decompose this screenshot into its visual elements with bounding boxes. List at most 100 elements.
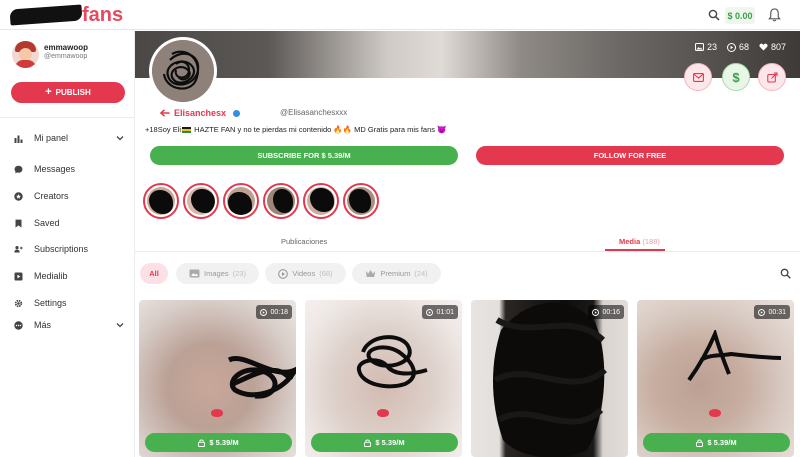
image-icon (694, 43, 704, 51)
story-item[interactable] (223, 183, 259, 219)
chevron-down-icon[interactable] (116, 321, 124, 329)
story-item[interactable] (343, 183, 379, 219)
user-handle: @emmawoop (44, 53, 88, 60)
bar-chart-icon (14, 135, 23, 143)
bookmark-icon (15, 219, 22, 228)
story-item[interactable] (263, 183, 299, 219)
story-item[interactable] (143, 183, 179, 219)
profile-name: Elisanchesx (160, 108, 241, 118)
dollar-icon: $ (732, 69, 740, 85)
profile-avatar[interactable] (149, 37, 217, 105)
media-card[interactable]: 01:01 $ 5.39/M (305, 300, 462, 457)
sidebar-item-label: Subscriptions (34, 244, 89, 254)
media-card[interactable]: 00:18 $ 5.39/M (139, 300, 296, 457)
play-circle-icon (426, 308, 434, 316)
avatar[interactable] (12, 41, 39, 68)
story-item[interactable] (303, 183, 339, 219)
profile-bio: +18Soy Eli HAZTE FAN y no te pierdas mi … (145, 125, 447, 134)
play-square-icon (14, 272, 23, 280)
media-card[interactable]: 00:31 $ 5.39/M (637, 300, 794, 457)
redaction-scribble (227, 356, 296, 399)
devil-icon: 😈 (437, 125, 447, 134)
heart-icon (759, 43, 768, 51)
avatar-redaction (152, 40, 214, 102)
bell-icon[interactable] (767, 7, 782, 23)
sidebar-item-creators[interactable]: Creators (14, 189, 69, 203)
duration-badge: 00:18 (256, 305, 292, 319)
users-icon (14, 245, 23, 252)
play-circle-icon (726, 42, 736, 52)
subscribe-button[interactable]: SUBSCRIBE FOR $ 5.39/M (150, 146, 458, 165)
lock-icon (696, 439, 704, 447)
display-name-text: Elisanchesx (174, 108, 227, 118)
tip-button[interactable]: $ (722, 63, 750, 91)
star-icon (14, 191, 23, 201)
story-item[interactable] (183, 183, 219, 219)
sidebar-item-subscriptions[interactable]: Subscriptions (14, 242, 88, 256)
divider (135, 251, 800, 252)
unlock-price-button[interactable]: $ 5.39/M (311, 433, 458, 452)
duration-badge: 00:31 (754, 305, 790, 319)
chevron-down-icon[interactable] (116, 134, 124, 142)
more-dots-icon (14, 320, 23, 330)
filter-videos[interactable]: Videos (68) (265, 263, 346, 284)
share-icon (766, 71, 778, 83)
filter-images[interactable]: Images (23) (176, 263, 259, 284)
sidebar-item-label: Creators (34, 191, 69, 201)
image-icon (189, 269, 200, 278)
wallet-balance[interactable]: $ 0.00 (725, 7, 755, 24)
play-circle-icon (758, 308, 766, 316)
filter-all[interactable]: All (140, 263, 168, 284)
tab-publicaciones[interactable]: Publicaciones (281, 237, 327, 246)
filter-premium[interactable]: Premium (24) (352, 263, 441, 284)
lips-icon (709, 409, 721, 417)
follow-button[interactable]: FOLLOW FOR FREE (476, 146, 784, 165)
profile-stats: 23 68 807 (694, 42, 786, 52)
sidebar-item-mas[interactable]: Más (14, 318, 51, 332)
logo-redaction (9, 4, 83, 26)
mail-icon (692, 72, 704, 82)
sidebar-item-label: Medialib (34, 271, 68, 281)
profile-main: 23 68 807 $ Elisanchesx @Elisasanchesxxx… (135, 31, 800, 457)
redaction-scribble (493, 302, 607, 457)
lips-icon (211, 409, 223, 417)
plus-icon: + (45, 86, 52, 98)
play-circle-icon (592, 308, 600, 316)
unlock-price-button[interactable]: $ 5.39/M (643, 433, 790, 452)
chat-icon (14, 165, 23, 173)
profile-handle: @Elisasanchesxxx (280, 108, 348, 117)
sidebar-item-saved[interactable]: Saved (14, 216, 60, 230)
duration-badge: 01:01 (422, 305, 458, 319)
sidebar-item-label: Más (34, 320, 52, 330)
sidebar-item-mi-panel[interactable]: Mi panel (14, 131, 68, 145)
sidebar-item-label: Mi panel (34, 133, 69, 143)
verified-icon (233, 109, 241, 117)
publish-button[interactable]: + PUBLISH (11, 82, 125, 103)
sidebar-item-medialib[interactable]: Medialib (14, 269, 68, 283)
lock-icon (364, 439, 372, 447)
play-circle-icon (260, 308, 268, 316)
play-circle-icon (278, 268, 289, 279)
flag-icon (182, 127, 192, 134)
sidebar-item-messages[interactable]: Messages (14, 162, 75, 176)
redaction-scribble (357, 335, 428, 389)
share-button[interactable] (758, 63, 786, 91)
unlock-price-button[interactable]: $ 5.39/M (145, 433, 292, 452)
sidebar-item-label: Saved (34, 218, 60, 228)
duration-badge: 00:16 (588, 305, 624, 319)
gear-icon (14, 299, 23, 307)
crown-icon (366, 270, 376, 277)
back-arrow-icon[interactable] (160, 109, 170, 117)
site-logo[interactable]: fans (9, 4, 123, 26)
lips-icon (377, 409, 389, 417)
search-icon[interactable] (780, 268, 791, 279)
publish-label: PUBLISH (55, 88, 91, 97)
sidebar-item-label: Messages (34, 164, 76, 174)
tab-media[interactable]: Media (188) (619, 237, 660, 246)
sidebar-item-settings[interactable]: Settings (14, 296, 67, 310)
search-icon[interactable] (708, 9, 720, 21)
user-name[interactable]: emmawoop (44, 43, 88, 52)
message-button[interactable] (684, 63, 712, 91)
media-card[interactable]: 00:16 (471, 300, 628, 457)
sidebar-item-label: Settings (34, 298, 67, 308)
